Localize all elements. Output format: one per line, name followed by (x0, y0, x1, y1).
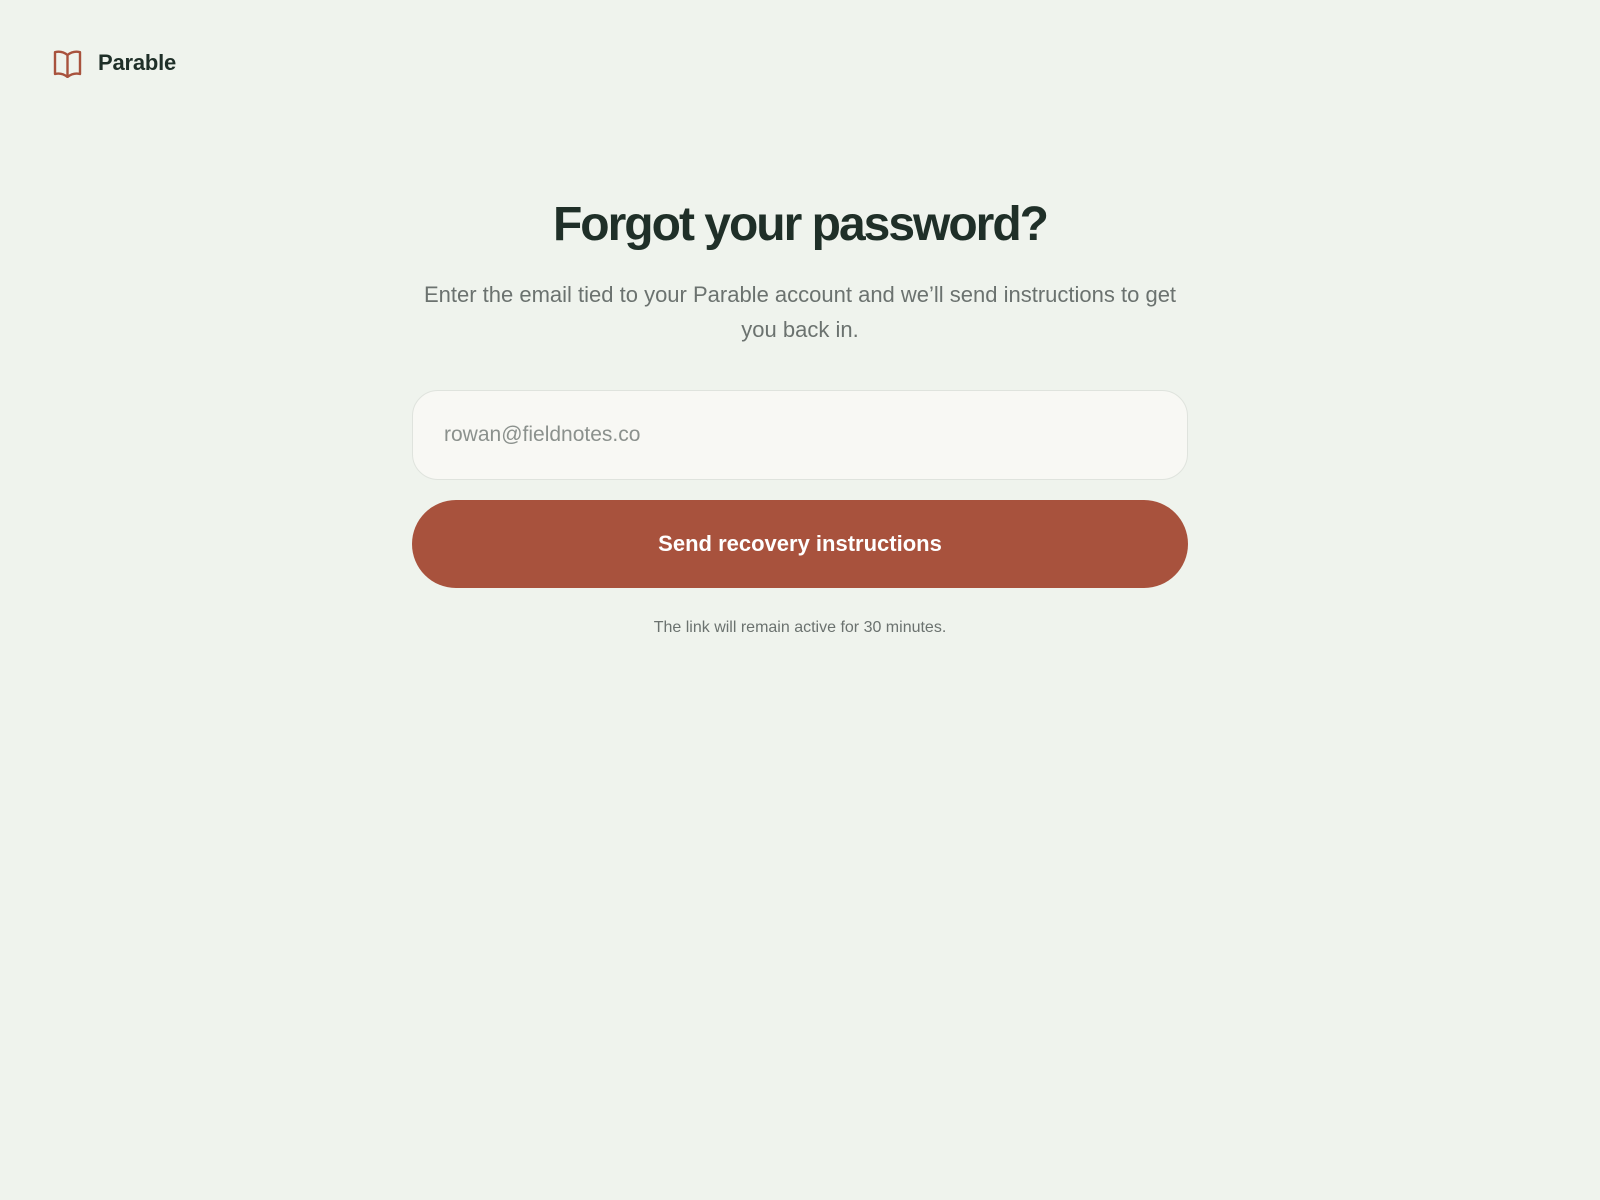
send-recovery-button[interactable]: Send recovery instructions (412, 500, 1188, 588)
password-recovery-panel: Forgot your password? Enter the email ti… (412, 195, 1188, 637)
brand-name: Parable (98, 50, 177, 75)
open-book-icon (53, 48, 82, 78)
page-title: Forgot your password? (552, 198, 1049, 251)
link-expiry-note: The link will remain active for 30 minut… (653, 619, 947, 636)
page-subtitle: Enter the email tied to your Parable acc… (423, 282, 1177, 342)
brand-header: Parable (53, 48, 176, 78)
recovery-form: Send recovery instructions (412, 390, 1188, 588)
email-field[interactable] (412, 390, 1188, 480)
